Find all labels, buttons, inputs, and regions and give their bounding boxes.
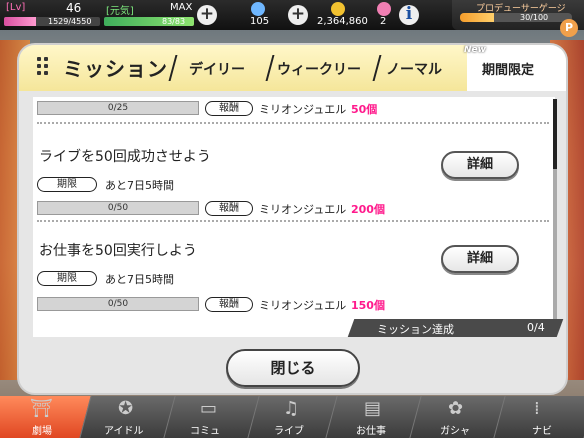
nav-label-work: お仕事 [356, 426, 386, 437]
reward-label: 報酬 [205, 297, 253, 312]
coin-icon [331, 2, 345, 16]
mission-item: ライブを50回成功させよう 詳細 期限 あと7日5時間 0/50 報酬 ミリオン… [33, 131, 551, 231]
mission-item: 0/25 報酬 ミリオンジュエル 50個 [33, 97, 551, 124]
tab-divider [372, 55, 382, 81]
tab-divider [265, 55, 275, 81]
nav-label-commu: コミュ [190, 426, 220, 437]
live-icon: ♫ [283, 398, 300, 419]
level-value: 46 [66, 1, 82, 15]
exp-bar-fill [4, 17, 37, 26]
reward-name: ミリオンジュエル [259, 299, 347, 312]
reward-name: ミリオンジュエル [259, 103, 347, 116]
tab-divider [168, 55, 178, 81]
exp-value: 1529/4550 [48, 17, 92, 26]
navi-icon: ⁞ [534, 398, 540, 419]
mission-progress-bar: 0/50 [37, 201, 199, 215]
nav-label-navi: ナビ [532, 426, 552, 437]
producer-gauge-value: 30/100 [520, 13, 549, 22]
mission-progress-bar: 0/50 [37, 297, 199, 311]
mission-progress-bar: 0/25 [37, 101, 199, 115]
bottom-nav: ⛩ 劇場 ✪ アイドル ▭ コミュ ♫ ライブ ▤ お仕事 ✿ ガシャ ⁞ ナビ [0, 396, 584, 438]
info-button[interactable]: i [399, 5, 419, 25]
add-gems-button[interactable]: + [288, 5, 308, 25]
producer-gauge-fill [460, 13, 494, 22]
nav-label-gacha: ガシャ [440, 426, 470, 437]
stamina-max-label: MAX [170, 2, 193, 13]
mission-progress-text: 0/50 [107, 203, 129, 213]
divider [37, 220, 549, 222]
tab-weekly[interactable]: ウィークリー [277, 59, 361, 79]
nav-label-idol: アイドル [104, 426, 144, 437]
gem-icon [251, 2, 265, 16]
mission-scrollbar[interactable] [553, 99, 557, 319]
mission-tab-bar: ミッション デイリー ウィークリー ノーマル 期間限定 New [19, 45, 566, 91]
currency-tickets: 2 [380, 16, 387, 27]
scrollbar-thumb[interactable] [553, 99, 557, 169]
idol-icon: ✪ [118, 398, 134, 419]
new-badge: New [464, 45, 486, 55]
tab-daily[interactable]: デイリー [189, 59, 245, 79]
reward-amount: 50個 [351, 103, 378, 116]
mission-progress-text: 0/25 [107, 103, 129, 113]
currency-coins: 2,364,860 [317, 16, 368, 27]
producer-gauge-bar [460, 13, 572, 22]
producer-badge-icon[interactable]: P [560, 19, 578, 37]
exp-bar: 1529/4550 [4, 17, 100, 26]
reward-label: 報酬 [205, 101, 253, 116]
stamina-label: [元気] [106, 6, 134, 17]
ticket-icon [377, 2, 391, 16]
gacha-icon: ✿ [448, 398, 464, 419]
recover-stamina-button[interactable]: + [197, 5, 217, 25]
close-button[interactable]: 閉じる [226, 349, 360, 387]
work-icon: ▤ [364, 398, 382, 419]
reward-amount: 200個 [351, 203, 385, 216]
term-label: 期限 [37, 271, 97, 286]
reward-label: 報酬 [205, 201, 253, 216]
theater-icon: ⛩ [30, 398, 53, 419]
commu-icon: ▭ [200, 398, 218, 419]
achievement-count: 0/4 [527, 321, 545, 334]
level-label: [Lv] [6, 2, 26, 13]
mission-item: お仕事を50回実行しよう 詳細 期限 あと7日5時間 0/50 報酬 ミリオンジ… [33, 225, 551, 325]
tab-limited[interactable]: 期間限定 [482, 59, 534, 78]
nav-label-theater: 劇場 [32, 426, 52, 437]
mission-list[interactable]: 0/25 報酬 ミリオンジュエル 50個 ライブを50回成功させよう 詳細 期限… [33, 97, 555, 337]
term-label: 期限 [37, 177, 97, 192]
mission-dialog: ミッション デイリー ウィークリー ノーマル 期間限定 New 0/25 報酬 … [17, 43, 568, 395]
divider [37, 122, 549, 124]
mission-title: お仕事を50回実行しよう [39, 243, 197, 259]
menu-dots-icon [37, 57, 51, 79]
tab-normal[interactable]: ノーマル [386, 59, 442, 79]
nav-label-live: ライブ [274, 426, 304, 437]
mission-detail-button[interactable]: 詳細 [441, 151, 519, 179]
mission-term: あと7日5時間 [105, 273, 174, 286]
achievement-label: ミッション達成 [377, 323, 454, 336]
stamina-bar: 83/83 [104, 17, 194, 26]
reward-amount: 150個 [351, 299, 385, 312]
dialog-title: ミッション [63, 57, 168, 81]
mission-title: ライブを50回成功させよう [39, 149, 211, 165]
mission-progress-text: 0/50 [107, 299, 129, 309]
currency-gems: 105 [250, 16, 270, 27]
reward-name: ミリオンジュエル [259, 203, 347, 216]
mission-term: あと7日5時間 [105, 179, 174, 192]
stamina-value: 83/83 [162, 17, 186, 26]
mission-detail-button[interactable]: 詳細 [441, 245, 519, 273]
